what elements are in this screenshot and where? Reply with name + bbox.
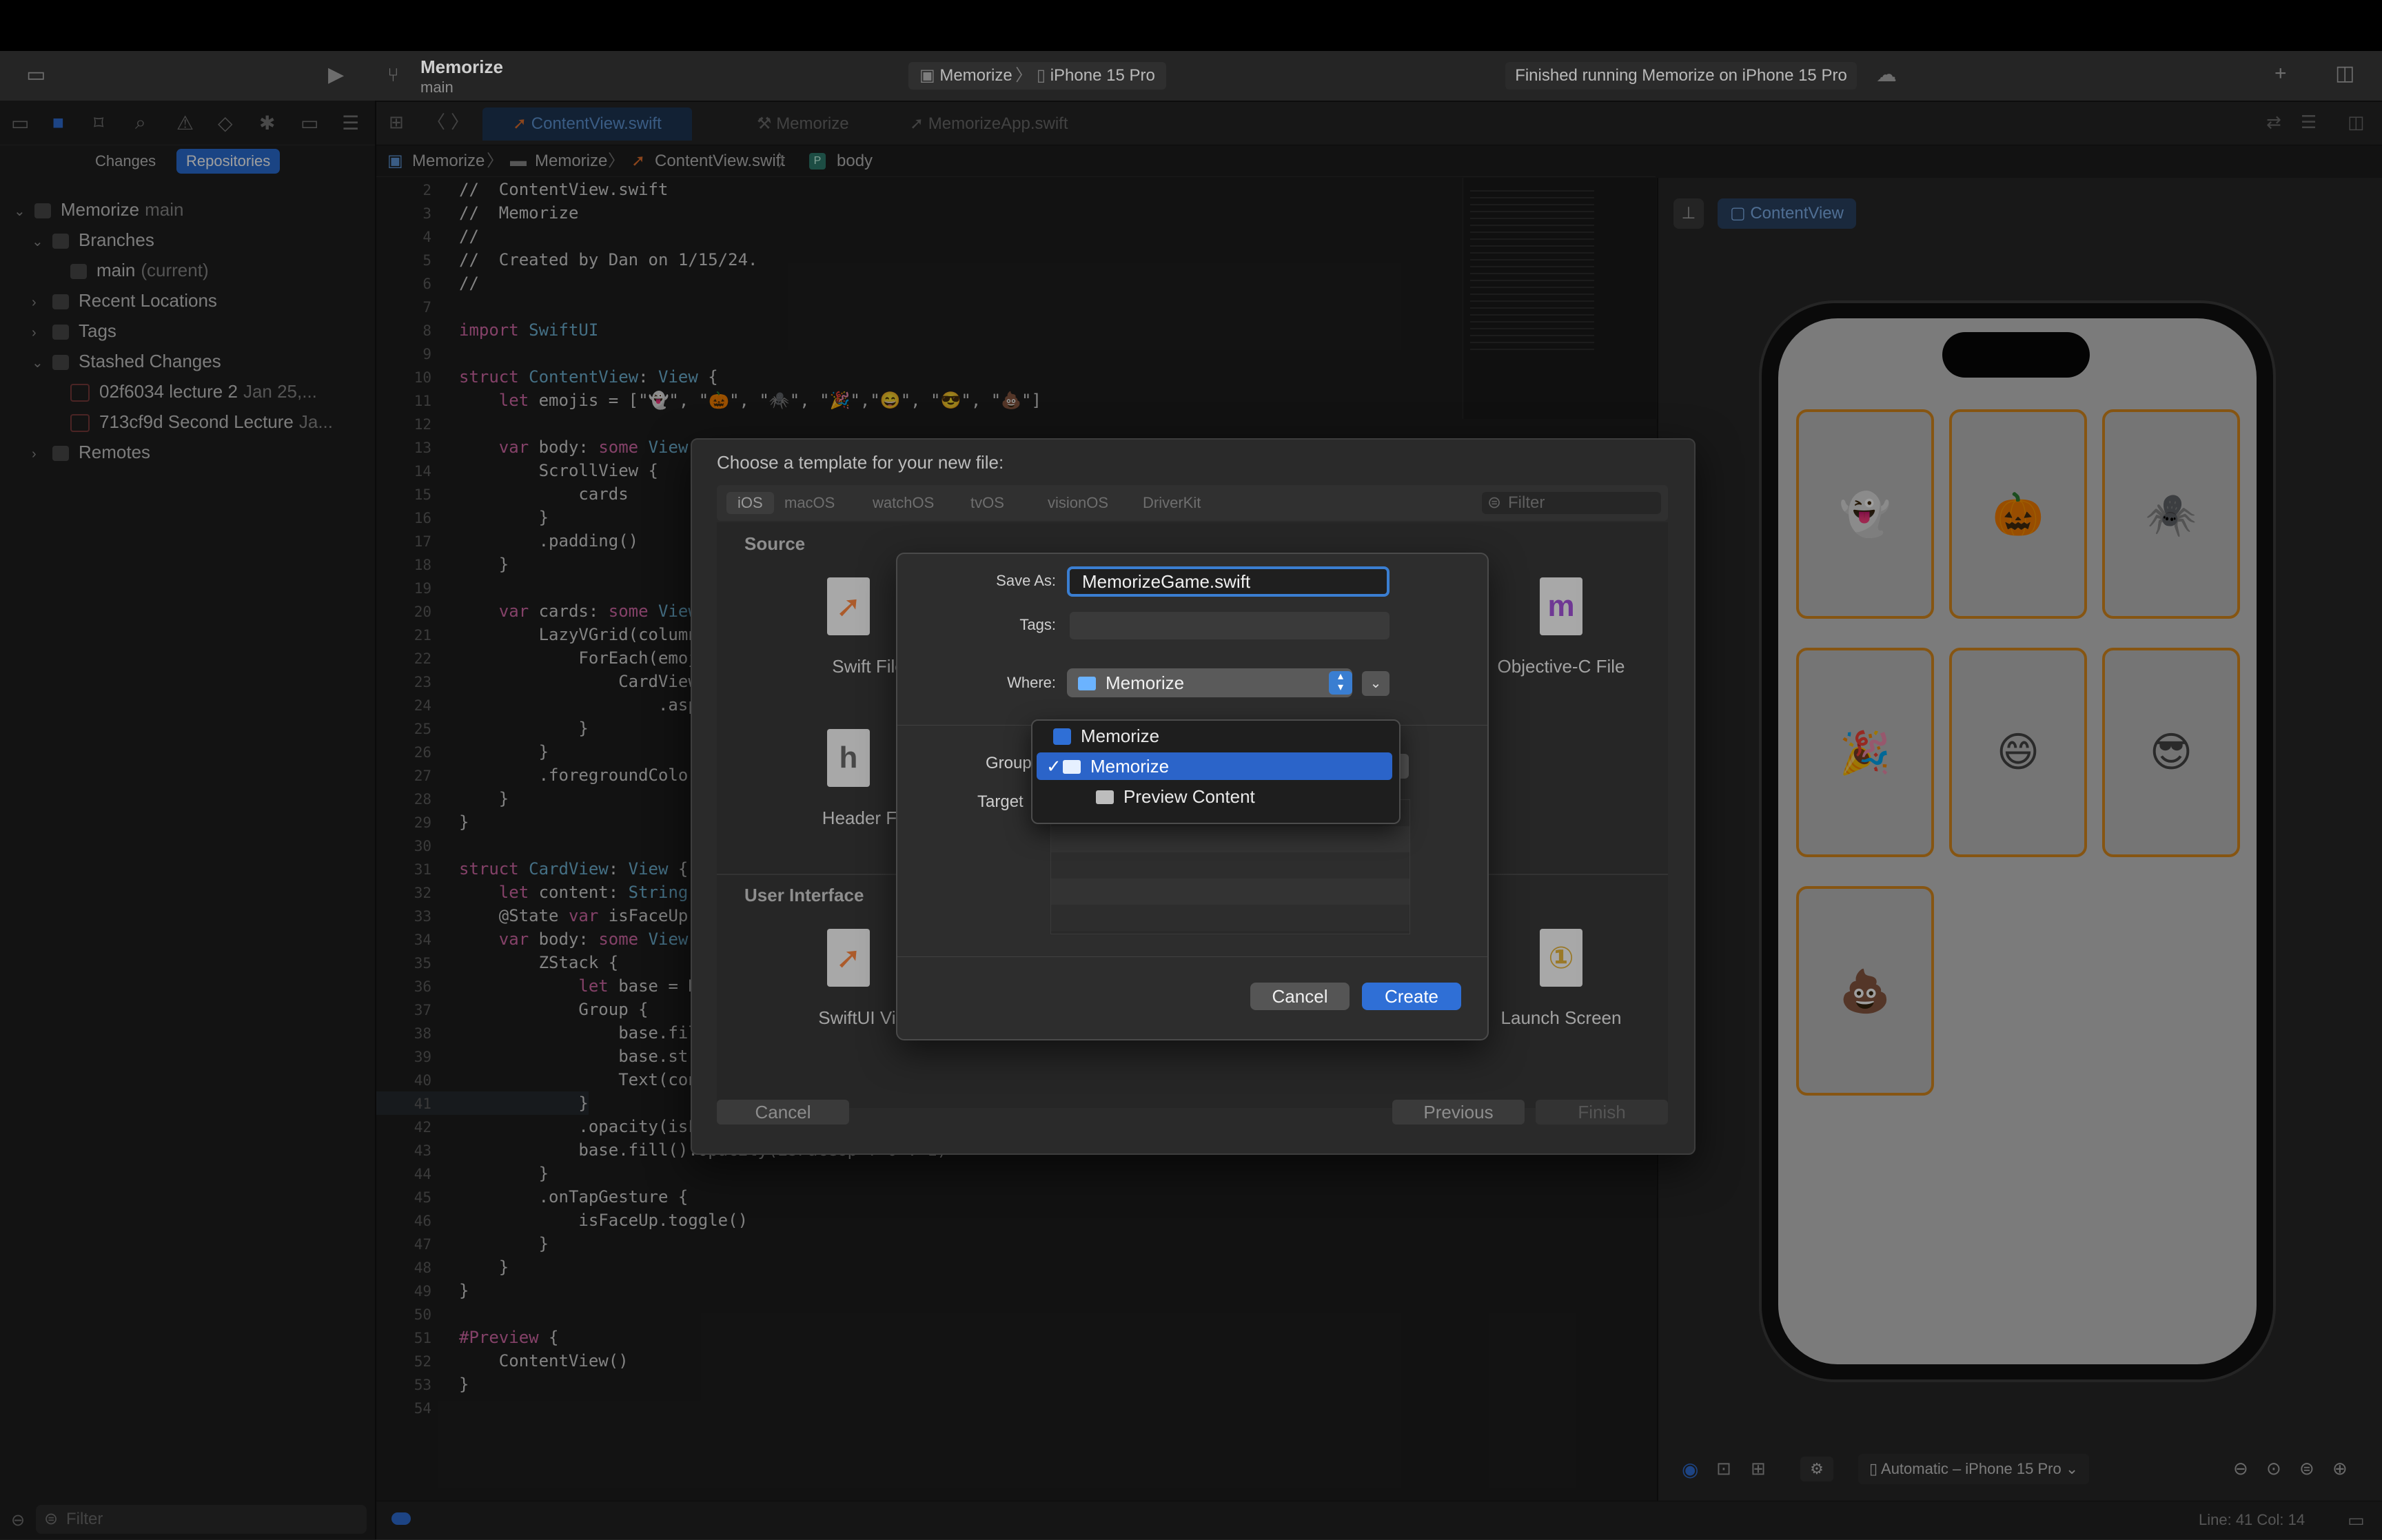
destination-name: iPhone 15 Pro (1050, 66, 1155, 85)
list-item[interactable] (1051, 826, 1409, 852)
tags-field[interactable] (1070, 612, 1390, 639)
section-source: Source (744, 533, 806, 554)
project-name: Memorize (420, 57, 503, 77)
where-value: Memorize (1106, 673, 1185, 693)
sheet-title: Choose a template for your new file: (717, 452, 1004, 473)
template-filter-placeholder: Filter (1508, 493, 1545, 512)
branch-icon: ⑂ (387, 64, 399, 85)
create-button[interactable]: Create (1362, 983, 1461, 1010)
list-item[interactable] (1051, 905, 1409, 931)
group-popup-edge[interactable] (1401, 754, 1409, 779)
scheme-name: Memorize (939, 66, 1012, 85)
folder-icon (1063, 760, 1081, 774)
cloud-icon: ☁ (1876, 63, 1897, 86)
branch-name: main (420, 79, 454, 96)
platform-visionos[interactable]: visionOS (1037, 492, 1119, 514)
toolbar: ▭ ▶ ⑂ Memorize main ▣ Memorize 〉 ▯ iPhon… (0, 51, 2382, 102)
platform-driverkit[interactable]: DriverKit (1132, 492, 1212, 514)
objc-file-icon: m (1540, 577, 1582, 635)
sheet-previous-button[interactable]: Previous (1392, 1100, 1525, 1125)
sidebar-toggle-icon[interactable]: ▭ (26, 65, 45, 85)
header-file-icon: h (827, 729, 870, 787)
save-as-input[interactable]: MemorizeGame.swift (1067, 566, 1390, 597)
folder-icon (1096, 790, 1114, 804)
section-user-interface: User Interface (744, 885, 864, 905)
sheet-cancel-button[interactable]: Cancel (717, 1100, 849, 1125)
group-popup-menu: Memorize ✓ Memorize Preview Content (1031, 719, 1401, 824)
expand-chevron-icon[interactable]: ⌄ (1362, 671, 1390, 696)
app-icon (1053, 728, 1071, 745)
menu-bar (0, 0, 2382, 51)
group-label: Group (986, 754, 1032, 772)
list-item[interactable] (1051, 879, 1409, 905)
activity-status: Finished running Memorize on iPhone 15 P… (1505, 62, 1857, 90)
list-item[interactable] (1051, 852, 1409, 879)
menu-item-label: Memorize (1090, 756, 1170, 777)
template-launch-screen[interactable]: ① Launch Screen (1475, 929, 1647, 1029)
template-filter[interactable]: ⊜ Filter (1482, 492, 1661, 514)
menu-item-group-memorize[interactable]: ✓ Memorize (1037, 752, 1392, 780)
launch-screen-icon: ① (1540, 929, 1582, 987)
tags-label: Tags: (1019, 616, 1056, 633)
menu-item-project[interactable]: Memorize (1037, 722, 1392, 750)
app-icon: ▣ (919, 66, 940, 85)
platform-ios[interactable]: iOS (726, 492, 774, 514)
chevron-right-icon: 〉 ▯ (1015, 66, 1050, 85)
up-down-arrows-icon[interactable]: ▴ ▾ (1329, 671, 1352, 695)
where-popup[interactable]: Memorize (1067, 668, 1352, 697)
status-text: Finished running Memorize on iPhone 15 P… (1515, 66, 1847, 85)
platform-tvos[interactable]: tvOS (959, 492, 1015, 514)
platform-watchos[interactable]: watchOS (862, 492, 945, 514)
swift-file-icon: ➚ (827, 577, 870, 635)
dialog-divider (897, 956, 1487, 957)
menu-item-preview-content[interactable]: Preview Content (1037, 783, 1392, 810)
menu-item-label: Preview Content (1123, 786, 1255, 807)
filter-icon: ⊜ (1487, 493, 1502, 512)
template-label: Objective-C File (1497, 656, 1625, 677)
platform-macos[interactable]: macOS (773, 492, 846, 514)
swiftui-file-icon: ➚ (827, 929, 870, 987)
where-label: Where: (1007, 674, 1056, 691)
folder-icon (1078, 677, 1096, 690)
save-as-label: Save As: (996, 572, 1056, 589)
checkmark-icon: ✓ (1046, 756, 1061, 777)
platform-bar: iOS macOS watchOS tvOS visionOS DriverKi… (717, 485, 1668, 521)
template-label: Launch Screen (1500, 1007, 1622, 1028)
add-icon[interactable]: + (2274, 63, 2287, 84)
run-icon[interactable]: ▶ (328, 65, 344, 85)
inspector-toggle-icon[interactable]: ◫ (2335, 63, 2354, 84)
targets-label: Target (977, 792, 1024, 811)
template-objc-file[interactable]: m Objective-C File (1475, 577, 1647, 677)
sheet-finish-button[interactable]: Finish (1536, 1100, 1668, 1125)
scheme-selector[interactable]: ▣ Memorize 〉 ▯ iPhone 15 Pro (908, 62, 1166, 90)
cancel-button[interactable]: Cancel (1250, 983, 1350, 1010)
menu-item-label: Memorize (1081, 726, 1160, 746)
